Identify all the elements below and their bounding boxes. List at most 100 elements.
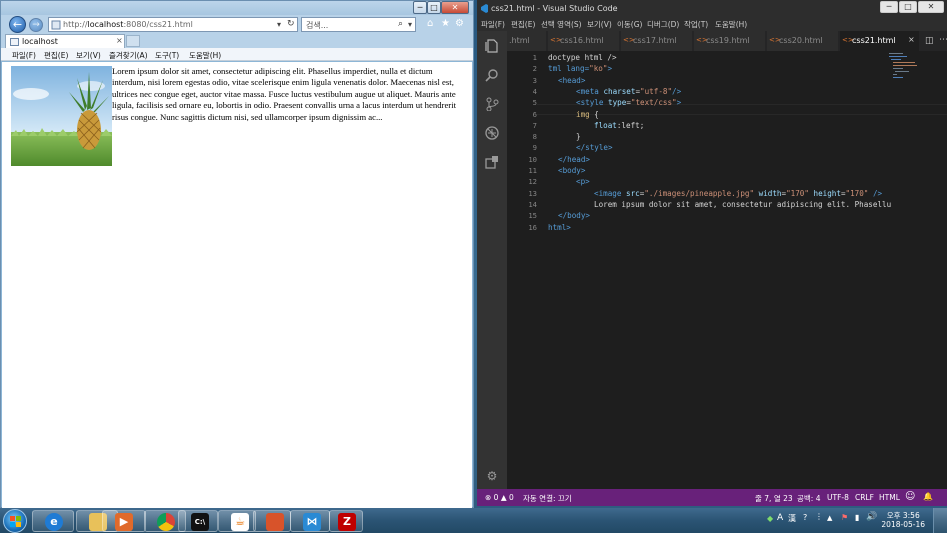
search-icon[interactable] <box>485 68 499 82</box>
taskbar-cmd[interactable]: C:\ <box>178 510 218 532</box>
back-arrow-icon[interactable]: ← <box>9 16 26 33</box>
code-editor[interactable]: 1 2 3 4 5 6 7 8 9 10 11 12 13 14 15 16 d… <box>507 51 947 489</box>
taskbar-filezilla[interactable]: Z <box>329 510 363 532</box>
taskbar-media[interactable]: ▶ <box>102 510 146 532</box>
menu-tools[interactable]: 도구(T) <box>155 50 179 61</box>
line-number: 2 <box>532 64 537 74</box>
vscode-minimize-button[interactable]: ─ <box>880 1 898 13</box>
tab-css20[interactable]: <> css20.html <box>767 31 839 51</box>
vs-menu-debug[interactable]: 디버그(D) <box>647 19 679 30</box>
extensions-icon[interactable] <box>485 155 499 169</box>
search-icon[interactable]: ⌕ <box>398 19 403 29</box>
minimap[interactable] <box>887 51 947 91</box>
ie-close-button[interactable]: ✕ <box>441 1 469 14</box>
address-bar[interactable]: http://localhost:8080/css21.html ▾ ↻ <box>48 17 298 32</box>
tab-css17[interactable]: <> css17.html <box>621 31 693 51</box>
cursor-position[interactable]: 줄 7, 열 23 <box>755 493 793 504</box>
tab-close-icon[interactable]: × <box>116 36 123 45</box>
tab-close-icon[interactable]: × <box>908 35 915 44</box>
tray-icon[interactable]: ⋮ <box>815 512 823 521</box>
refresh-icon[interactable]: ↻ <box>287 19 295 29</box>
search-dropdown-icon[interactable]: ▾ <box>408 20 412 29</box>
vs-menu-file[interactable]: 파일(F) <box>481 19 505 30</box>
vscode-title-bar[interactable]: css21.html - Visual Studio Code ─ □ ✕ <box>477 0 947 18</box>
ie-maximize-button[interactable]: □ <box>427 1 441 14</box>
vscode-window: css21.html - Visual Studio Code ─ □ ✕ 파일… <box>477 0 947 506</box>
taskbar-vscode[interactable]: ⋈ <box>290 510 330 532</box>
page-icon <box>10 38 19 46</box>
split-editor-icon[interactable]: ◫ <box>925 36 934 46</box>
clock-time: 오후 3:56 <box>886 511 920 520</box>
auto-connect-status[interactable]: 자동 연결: 끄기 <box>523 493 572 504</box>
vs-menu-tasks[interactable]: 작업(T) <box>684 19 708 30</box>
ie-tab-localhost[interactable]: localhost × <box>5 34 125 48</box>
debug-no-bug-icon[interactable] <box>485 126 499 140</box>
vscode-icon: ⋈ <box>303 513 321 531</box>
vscode-menu-bar: 파일(F) 편집(E) 선택 영역(S) 보기(V) 이동(G) 디버그(D) … <box>477 18 947 31</box>
ie-minimize-button[interactable]: ─ <box>413 1 427 14</box>
encoding-setting[interactable]: UTF-8 <box>827 493 849 502</box>
menu-view[interactable]: 보기(V) <box>76 50 101 61</box>
show-hidden-icons-icon[interactable]: ▲ <box>827 514 832 522</box>
explorer-files-icon[interactable] <box>485 39 499 53</box>
code-line: <body> <box>558 166 586 175</box>
action-center-flag-icon[interactable]: ⚑ <box>841 513 848 522</box>
more-actions-icon[interactable]: ⋯ <box>939 35 947 45</box>
menu-file[interactable]: 파일(F) <box>12 50 36 61</box>
tab-css16[interactable]: <> css16.html <box>548 31 620 51</box>
clock[interactable]: 오후 3:56 2018-05-16 <box>881 511 925 529</box>
language-bar-icon[interactable]: ◆ <box>767 514 773 523</box>
line-number: 5 <box>532 98 537 108</box>
editor-tab-bar: .html <> css16.html <> css17.html <> css19.… <box>507 31 947 51</box>
taskbar-eclipse[interactable] <box>253 510 291 532</box>
volume-icon[interactable]: 🔊 <box>866 512 877 522</box>
ime-mode-indicator[interactable]: A <box>777 513 783 523</box>
vs-menu-edit[interactable]: 편집(E) <box>511 19 535 30</box>
hanja-indicator[interactable]: 漢 <box>788 513 796 524</box>
menu-favorites[interactable]: 즐겨찾기(A) <box>109 50 148 61</box>
code-line: <style type="text/css"> <box>576 98 682 108</box>
chrome-icon <box>157 513 175 531</box>
gear-icon[interactable]: ⚙ <box>455 18 464 29</box>
line-number: 14 <box>528 199 537 209</box>
system-tray: ◆ A 漢 ? ⋮ ▲ ⚑ ▮ 🔊 오후 3:56 2018-05-16 <box>765 508 947 533</box>
problems-indicator[interactable]: ⊗ 0 ▲ 0 <box>485 493 514 502</box>
new-tab-button[interactable] <box>126 35 140 47</box>
ie-title-bar[interactable]: ─ □ ✕ <box>1 1 473 15</box>
notification-bell-icon[interactable]: 🔔 <box>923 492 933 501</box>
feedback-smiley-icon[interactable]: ☺ <box>905 491 915 502</box>
ie-menu-bar: 파일(F) 편집(E) 보기(V) 즐겨찾기(A) 도구(T) 도움말(H) <box>1 48 473 61</box>
help-icon[interactable]: ? <box>803 513 807 522</box>
tab-html[interactable]: .html <box>507 31 547 51</box>
tab-css19[interactable]: <> css19.html <box>694 31 766 51</box>
vscode-close-button[interactable]: ✕ <box>918 1 944 13</box>
start-button-windows-orb-icon[interactable] <box>3 509 27 533</box>
vs-menu-selection[interactable]: 선택 영역(S) <box>541 19 582 30</box>
address-dropdown-icon[interactable]: ▾ <box>277 20 281 29</box>
menu-edit[interactable]: 편집(E) <box>44 50 68 61</box>
taskbar-java[interactable]: ☕ <box>218 510 256 532</box>
activity-bar: ⚙ <box>477 31 507 489</box>
indentation-setting[interactable]: 공백: 4 <box>797 493 820 504</box>
vs-menu-help[interactable]: 도움말(H) <box>715 19 747 30</box>
favorites-star-icon[interactable]: ★ <box>441 18 450 29</box>
show-desktop-button[interactable] <box>933 508 947 533</box>
tab-css21-active[interactable]: <> css21.html × <box>840 31 920 51</box>
language-mode[interactable]: HTML <box>879 493 900 502</box>
forward-arrow-icon[interactable]: → <box>29 18 43 32</box>
taskbar-ie[interactable]: e <box>32 510 74 532</box>
network-icon[interactable]: ▮ <box>855 513 859 522</box>
vs-menu-go[interactable]: 이동(G) <box>617 19 642 30</box>
code-line: } <box>576 132 581 142</box>
home-icon[interactable]: ⌂ <box>427 18 433 29</box>
line-number: 13 <box>528 188 537 198</box>
line-number: 8 <box>532 132 537 142</box>
source-control-icon[interactable] <box>485 97 499 112</box>
settings-gear-icon[interactable]: ⚙ <box>485 469 499 483</box>
eol-setting[interactable]: CRLF <box>855 493 874 502</box>
vscode-maximize-button[interactable]: □ <box>899 1 917 13</box>
menu-help[interactable]: 도움말(H) <box>189 50 221 61</box>
vs-menu-view[interactable]: 보기(V) <box>587 19 612 30</box>
code-line: float:left; <box>594 120 645 130</box>
search-box[interactable]: 검색... ⌕ ▾ <box>301 17 416 32</box>
